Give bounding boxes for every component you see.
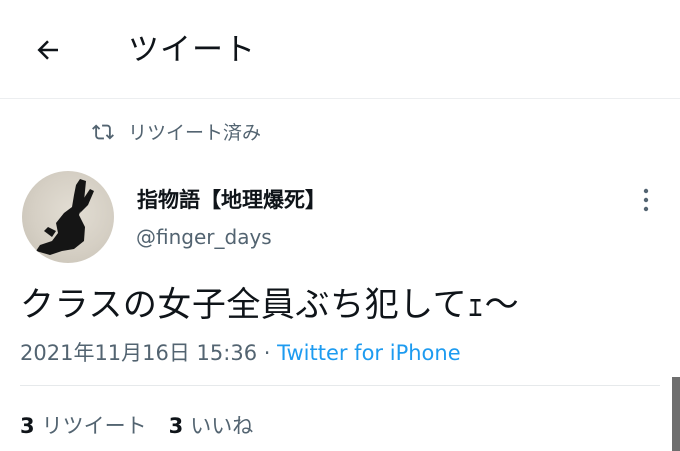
- tweet-text: クラスの女子全員ぶち犯してｪ〜: [20, 285, 520, 325]
- tweet-timestamp[interactable]: 2021年11月16日 15:36: [20, 341, 257, 365]
- likes-label: いいね: [190, 414, 254, 438]
- retweet-icon: [92, 124, 114, 139]
- tweet-meta: 2021年11月16日 15:36 · Twitter for iPhone: [20, 337, 461, 367]
- retweets-stat[interactable]: 3 リツイート: [20, 410, 147, 440]
- avatar[interactable]: [22, 171, 114, 263]
- likes-count: 3: [168, 414, 184, 438]
- retweets-count: 3: [20, 414, 35, 438]
- more-options-button[interactable]: [634, 185, 658, 215]
- meta-separator: ·: [257, 341, 278, 365]
- hand-shadow-rabbit-icon: [36, 179, 94, 255]
- app-header: ツイート: [0, 0, 680, 99]
- divider: [20, 385, 660, 386]
- more-vertical-icon: [643, 188, 649, 212]
- scrollbar[interactable]: [672, 377, 680, 451]
- arrow-left-icon: [37, 40, 58, 60]
- tweet-source-link[interactable]: Twitter for iPhone: [277, 341, 461, 365]
- retweet-banner: リツイート済み: [92, 118, 261, 145]
- likes-stat[interactable]: 3 いいね: [169, 410, 254, 440]
- page-title: ツイート: [128, 32, 256, 68]
- author-username[interactable]: @finger_days: [136, 225, 272, 249]
- retweet-banner-label: リツイート済み: [128, 122, 262, 144]
- author-display-name[interactable]: 指物語【地理爆死】: [137, 184, 326, 214]
- back-button[interactable]: [28, 30, 68, 70]
- tweet-stats: 3 リツイート 3 いいね: [20, 410, 275, 440]
- retweets-label: リツイート: [41, 414, 147, 438]
